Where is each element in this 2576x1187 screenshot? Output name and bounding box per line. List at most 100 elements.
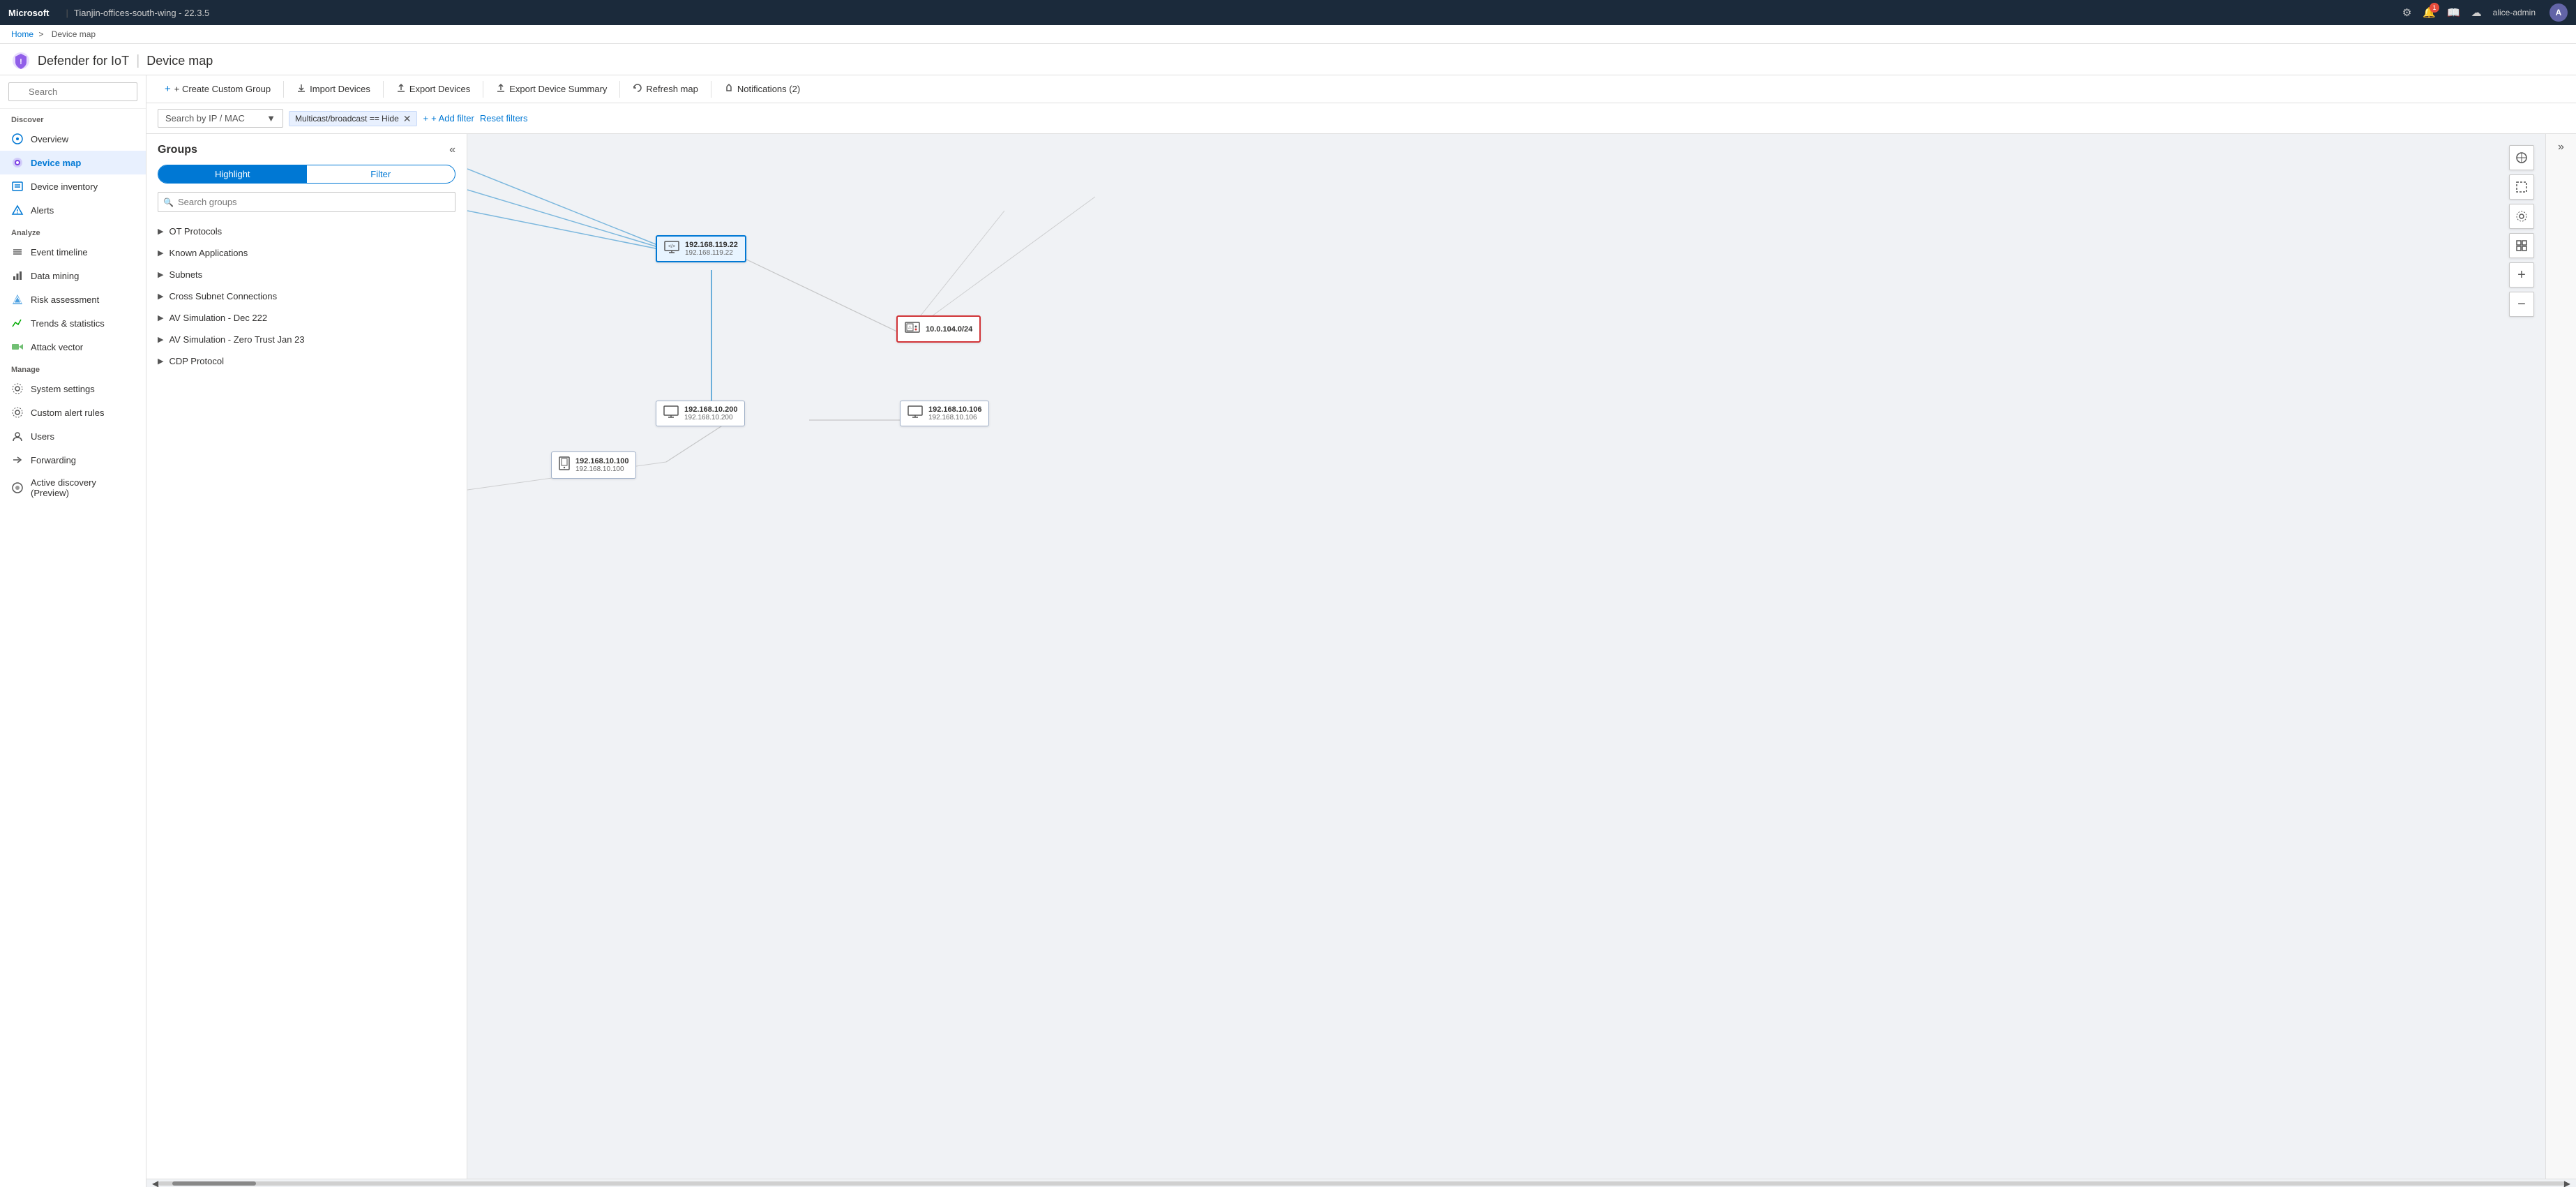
map-connections-svg <box>467 134 2576 1179</box>
add-filter-label: + Add filter <box>431 113 474 124</box>
map-select-button[interactable] <box>2509 174 2534 200</box>
svg-text:⚠: ⚠ <box>908 325 912 330</box>
sidebar-item-overview[interactable]: Overview <box>0 127 146 151</box>
group-item-known-applications[interactable]: ▶ Known Applications <box>146 242 467 264</box>
group-item-subnets[interactable]: ▶ Subnets <box>146 264 467 285</box>
groups-panel: Groups « Highlight Filter 🔍 <box>146 134 467 1179</box>
breadcrumb-home[interactable]: Home <box>11 29 33 39</box>
topbar: Microsoft | Tianjin-offices-south-wing -… <box>0 0 2576 25</box>
sidebar-search-input[interactable] <box>8 82 137 101</box>
sidebar-item-device-inventory[interactable]: Device inventory <box>0 174 146 198</box>
create-custom-group-button[interactable]: + + Create Custom Group <box>158 80 278 98</box>
sidebar-item-risk-assessment[interactable]: Risk assessment <box>0 288 146 311</box>
sidebar-item-forwarding[interactable]: Forwarding <box>0 448 146 472</box>
notification-icon[interactable]: 🔔 1 <box>2423 6 2436 19</box>
group-item-av-simulation-dec[interactable]: ▶ AV Simulation - Dec 222 <box>146 307 467 329</box>
group-item-cdp-protocol[interactable]: ▶ CDP Protocol <box>146 350 467 372</box>
node-ip-secondary: 192.168.10.200 <box>684 414 737 421</box>
sidebar-item-users[interactable]: Users <box>0 424 146 448</box>
sidebar-item-event-timeline[interactable]: Event timeline <box>0 240 146 264</box>
filter-chip-text: Multicast/broadcast == Hide <box>295 114 399 124</box>
instance-title: Tianjin-offices-south-wing - 22.3.5 <box>74 8 209 18</box>
device-map-icon <box>11 156 24 169</box>
node-ip-primary: 10.0.104.0/24 <box>926 325 972 334</box>
workstation-icon: </> <box>664 241 679 257</box>
custom-alert-rules-icon <box>11 406 24 419</box>
sidebar-item-custom-alert-rules[interactable]: Custom alert rules <box>0 401 146 424</box>
network-node-192-168-119-22[interactable]: </> 192.168.119.22 192.168.119.22 <box>656 235 746 262</box>
filter-toggle-button[interactable]: Filter <box>307 165 455 183</box>
forwarding-icon <box>11 454 24 466</box>
group-item-ot-protocols[interactable]: ▶ OT Protocols <box>146 221 467 242</box>
scrollbar-track[interactable] <box>158 1181 2564 1186</box>
search-ip-mac-dropdown[interactable]: Search by IP / MAC ▼ <box>158 109 283 128</box>
user-avatar[interactable]: A <box>2549 3 2568 22</box>
svg-text:!: ! <box>20 58 22 66</box>
sidebar-item-system-settings[interactable]: System settings <box>0 377 146 401</box>
workstation-icon-3 <box>907 405 923 421</box>
export-devices-button[interactable]: Export Devices <box>389 80 477 98</box>
highlight-toggle-button[interactable]: Highlight <box>158 165 307 183</box>
group-item-label: CDP Protocol <box>169 356 224 366</box>
scrollbar-thumb[interactable] <box>172 1181 256 1186</box>
network-node-192-168-10-200[interactable]: 192.168.10.200 192.168.10.200 <box>656 401 745 426</box>
microsoft-brand: Microsoft <box>8 8 50 18</box>
groups-list: ▶ OT Protocols ▶ Known Applications ▶ Su… <box>146 221 467 1179</box>
group-item-cross-subnet[interactable]: ▶ Cross Subnet Connections <box>146 285 467 307</box>
group-item-av-simulation-jan[interactable]: ▶ AV Simulation - Zero Trust Jan 23 <box>146 329 467 350</box>
notifications-button[interactable]: Notifications (2) <box>717 80 807 98</box>
group-chevron-icon: ▶ <box>158 335 163 344</box>
groups-panel-collapse-button[interactable]: « <box>449 144 455 156</box>
group-item-label: Known Applications <box>169 248 248 258</box>
sidebar-item-label-system-settings: System settings <box>31 384 95 394</box>
sidebar-item-device-map[interactable]: Device map <box>0 151 146 174</box>
sidebar-item-label-attack-vector: Attack vector <box>31 342 83 352</box>
network-node-192-168-10-106[interactable]: 192.168.10.106 192.168.10.106 <box>900 401 989 426</box>
node-ip-secondary: 192.168.10.106 <box>928 414 981 421</box>
add-filter-button[interactable]: + + Add filter <box>423 113 474 124</box>
import-icon <box>296 83 306 95</box>
sidebar-item-data-mining[interactable]: Data mining <box>0 264 146 288</box>
network-node-10-0-104[interactable]: ⚠ 10.0.104.0/24 <box>896 315 981 343</box>
device-map-canvas[interactable]: </> 192.168.119.22 192.168.119.22 <box>467 134 2576 1179</box>
sidebar-section-analyze: Analyze <box>0 222 146 240</box>
device-icon <box>559 456 570 474</box>
map-zoom-in-button[interactable]: + <box>2509 262 2534 288</box>
sidebar-item-active-discovery[interactable]: Active discovery (Preview) <box>0 472 146 504</box>
filter-chip-multicast: Multicast/broadcast == Hide ✕ <box>289 111 417 126</box>
device-inventory-icon <box>11 180 24 193</box>
refresh-map-button[interactable]: Refresh map <box>626 80 705 98</box>
node-ip-primary: 192.168.119.22 <box>685 241 738 249</box>
filter-chip-close-button[interactable]: ✕ <box>403 114 412 124</box>
reset-filters-button[interactable]: Reset filters <box>480 113 528 124</box>
topbar-separator: | <box>66 8 68 18</box>
network-node-192-168-10-100[interactable]: 192.168.10.100 192.168.10.100 <box>551 451 636 479</box>
notifications-icon <box>724 83 734 95</box>
map-settings-button[interactable] <box>2509 204 2534 229</box>
sidebar-search-container: 🔍 <box>0 75 146 109</box>
map-zoom-out-button[interactable]: − <box>2509 292 2534 317</box>
plus-icon: + <box>165 83 171 95</box>
scroll-right-arrow[interactable]: ▶ <box>2564 1179 2570 1187</box>
book-icon[interactable]: 📖 <box>2447 6 2460 19</box>
map-controls: + − <box>2509 145 2534 317</box>
app-header: ! Defender for IoT | Device map <box>0 44 2576 75</box>
export-device-summary-button[interactable]: Export Device Summary <box>489 80 614 98</box>
import-devices-button[interactable]: Import Devices <box>289 80 377 98</box>
create-custom-group-label: + Create Custom Group <box>174 84 271 94</box>
workstation-icon-2 <box>663 405 679 421</box>
map-drag-button[interactable] <box>2509 145 2534 170</box>
map-layout-button[interactable] <box>2509 233 2534 258</box>
groups-search-input[interactable] <box>158 192 455 212</box>
sidebar-item-alerts[interactable]: Alerts <box>0 198 146 222</box>
dropdown-chevron-icon: ▼ <box>266 113 276 124</box>
cloud-icon[interactable]: ☁ <box>2471 6 2482 19</box>
app-header-separator: | <box>136 53 140 69</box>
settings-icon[interactable]: ⚙ <box>2402 6 2411 19</box>
scroll-left-arrow[interactable]: ◀ <box>152 1179 158 1187</box>
filter-label: Filter <box>370 169 391 179</box>
right-panel-collapse-button[interactable]: » <box>2558 141 2564 154</box>
sidebar-item-trends-statistics[interactable]: Trends & statistics <box>0 311 146 335</box>
topbar-icons: ⚙ 🔔 1 📖 ☁ alice-admin A <box>2402 3 2568 22</box>
sidebar-item-attack-vector[interactable]: Attack vector <box>0 335 146 359</box>
